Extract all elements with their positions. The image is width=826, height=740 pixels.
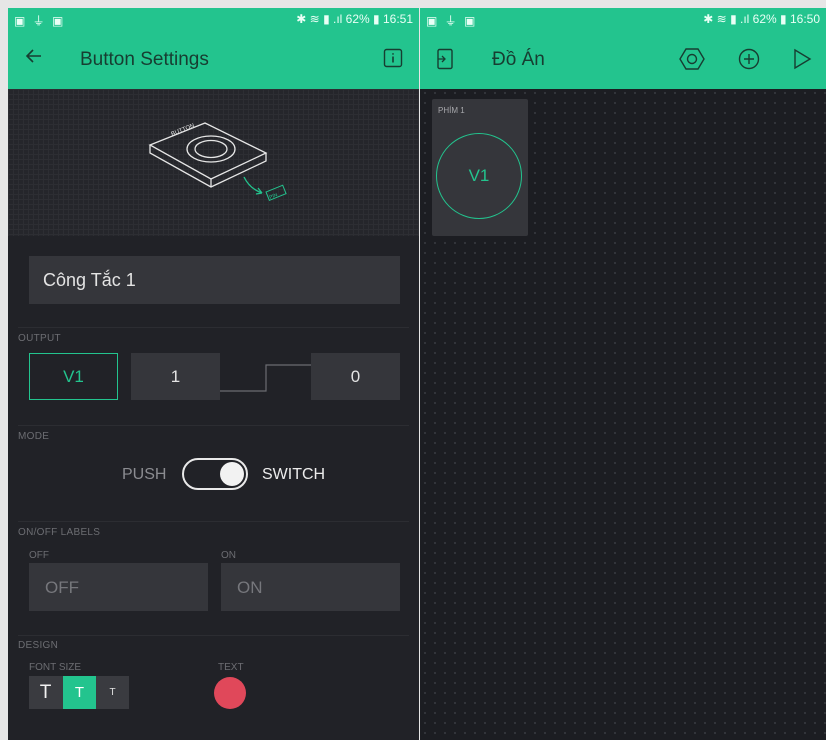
app-bar: Đồ Án: [420, 30, 826, 89]
output-section-label: OUTPUT: [18, 333, 61, 344]
button-device-icon: BUTTON PIN: [148, 122, 287, 201]
button-settings-screen: ▣ ⏚ ▣ ✱ ≋ ▮ .ıl 62% ▮ 16:51 Button Setti…: [8, 8, 419, 740]
text-color-swatch[interactable]: [214, 677, 246, 709]
on-placeholder: ON: [237, 578, 263, 597]
status-bar: ▣ ⏚ ▣ ✱ ≋ ▮ .ıl 62% ▮ 16:51: [8, 8, 419, 30]
push-mode-label[interactable]: PUSH: [122, 466, 166, 484]
divider: [18, 425, 409, 426]
labels-section-label: ON/OFF LABELS: [18, 527, 101, 538]
page-title: Button Settings: [80, 49, 209, 70]
font-size-selector: T T T: [29, 676, 129, 709]
settings-nut-icon[interactable]: [679, 47, 705, 76]
status-info: ✱ ≋ ▮ .ıl 62% ▮ 16:51: [296, 12, 413, 26]
font-size-medium[interactable]: T: [63, 676, 96, 709]
device-icon[interactable]: [436, 48, 454, 75]
switch-mode-label[interactable]: SWITCH: [262, 466, 325, 484]
add-widget-icon[interactable]: [738, 48, 760, 75]
on-label-input[interactable]: ON: [221, 563, 400, 611]
toggle-knob: [220, 462, 244, 486]
font-size-large[interactable]: T: [29, 676, 62, 709]
svg-text:BUTTON: BUTTON: [171, 123, 196, 138]
notification-icons: ▣ ⏚ ▣: [14, 14, 66, 28]
project-canvas-screen: ▣ ⏚ ▣ ✱ ≋ ▮ .ıl 62% ▮ 16:50 Đồ Án PHÍM 1…: [420, 8, 826, 740]
font-size-small[interactable]: T: [96, 676, 129, 709]
high-value-input[interactable]: 1: [131, 353, 220, 400]
off-placeholder: OFF: [45, 578, 79, 597]
text-color-label: TEXT: [218, 662, 244, 673]
design-section-label: DESIGN: [18, 640, 59, 651]
off-label-input[interactable]: OFF: [29, 563, 208, 611]
svg-text:PIN: PIN: [269, 192, 279, 201]
app-bar: Button Settings: [8, 30, 419, 89]
divider: [18, 635, 409, 636]
font-size-label: FONT SIZE: [29, 662, 82, 673]
widget-button-circle[interactable]: V1: [436, 133, 522, 219]
widget-name-value: Công Tắc 1: [43, 270, 136, 290]
on-label-caption: ON: [221, 550, 236, 561]
off-label-caption: OFF: [29, 550, 49, 561]
info-icon[interactable]: [383, 48, 403, 73]
notification-icons: ▣ ⏚ ▣: [426, 14, 478, 28]
low-value-input[interactable]: 0: [311, 353, 400, 400]
back-arrow-icon[interactable]: [24, 45, 44, 72]
play-icon[interactable]: [792, 48, 812, 75]
button-widget-illustration: BUTTON PIN: [8, 89, 419, 236]
signal-graphic: [220, 364, 312, 392]
status-info: ✱ ≋ ▮ .ıl 62% ▮ 16:50: [703, 12, 820, 26]
widget-label: PHÍM 1: [438, 106, 465, 115]
mode-toggle[interactable]: [182, 458, 248, 490]
widget-name-input[interactable]: Công Tắc 1: [29, 256, 400, 304]
pin-selector[interactable]: V1: [29, 353, 118, 400]
status-bar: ▣ ⏚ ▣ ✱ ≋ ▮ .ıl 62% ▮ 16:50: [420, 8, 826, 30]
button-widget[interactable]: PHÍM 1 V1: [432, 99, 528, 236]
divider: [18, 521, 409, 522]
project-title: Đồ Án: [492, 49, 545, 70]
divider: [18, 327, 409, 328]
mode-section-label: MODE: [18, 431, 50, 442]
